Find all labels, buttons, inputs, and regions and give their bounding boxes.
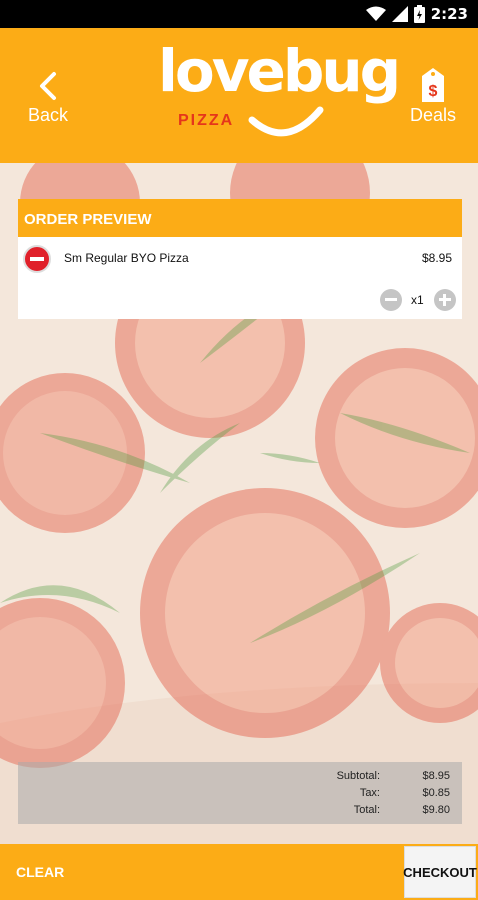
wifi-icon [365, 6, 386, 21]
tax-row: Tax: $0.85 [18, 787, 462, 803]
increase-quantity-button[interactable] [434, 289, 456, 311]
remove-item-button[interactable] [23, 245, 51, 273]
order-item-name: Sm Regular BYO Pizza [64, 251, 189, 265]
tax-label: Tax: [359, 787, 380, 799]
clear-button[interactable]: CLEAR [16, 864, 64, 880]
app-header: Back lovebug PIZZA $ Deals [0, 28, 478, 163]
subtotal-label: Subtotal: [336, 770, 380, 782]
chevron-left-icon [40, 72, 56, 100]
order-item-price: $8.95 [421, 251, 452, 265]
deals-label: Deals [409, 105, 457, 125]
subtotal-value: $8.95 [422, 770, 450, 782]
logo-subtitle: PIZZA [178, 112, 235, 129]
tax-value: $0.85 [422, 787, 450, 799]
back-label: Back [27, 105, 69, 125]
total-label: Total: [353, 804, 380, 816]
total-row: Total: $9.80 [18, 804, 462, 820]
footer-bar: CLEAR CHECKOUT [0, 844, 478, 900]
status-time: 2:23 [430, 5, 468, 23]
signal-icon [391, 6, 408, 22]
lovebug-logo: lovebug PIZZA [158, 42, 401, 152]
status-icons: 2:23 [365, 4, 468, 24]
deals-button[interactable]: $ Deals [404, 68, 462, 132]
status-bar: 2:23 [0, 0, 478, 28]
price-tag-icon: $ [422, 68, 444, 102]
logo-smile [248, 106, 324, 137]
order-totals: Subtotal: $8.95 Tax: $0.85 Total: $9.80 [18, 762, 462, 824]
order-preview-panel: ORDER PREVIEW Sm Regular BYO Pizza $8.95… [18, 199, 462, 319]
total-value: $9.80 [422, 804, 450, 816]
item-quantity: x1 [411, 293, 424, 307]
order-preview-title: ORDER PREVIEW [18, 199, 462, 237]
deals-tag-glyph: $ [429, 83, 438, 100]
battery-charging-icon [413, 5, 425, 23]
checkout-button[interactable]: CHECKOUT [403, 846, 477, 898]
decrease-quantity-button[interactable] [380, 289, 402, 311]
subtotal-row: Subtotal: $8.95 [18, 770, 462, 786]
back-button[interactable]: Back [20, 70, 76, 130]
